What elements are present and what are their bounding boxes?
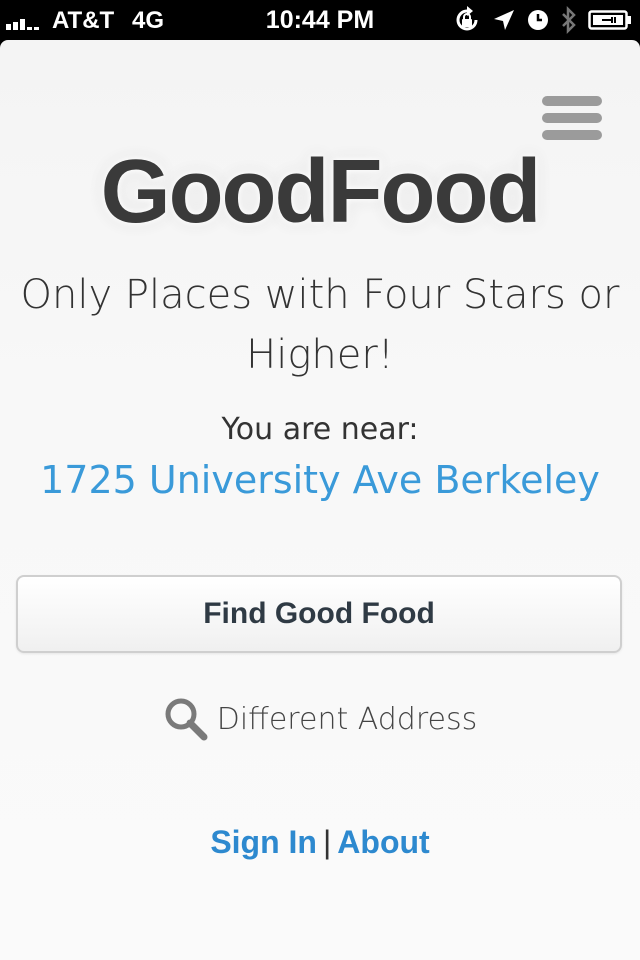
phone-screen: AT&T 4G 10:44 PM GoodFood Only Places wi…	[0, 0, 640, 960]
bluetooth-icon	[562, 5, 576, 35]
footer-links: Sign In | About	[0, 824, 640, 861]
about-link[interactable]: About	[337, 824, 429, 860]
near-label: You are near:	[221, 412, 419, 447]
status-icons	[452, 4, 632, 36]
different-address-link[interactable]: Different Address	[0, 696, 640, 742]
orientation-lock-icon	[456, 6, 478, 31]
search-icon	[163, 696, 209, 742]
sign-in-link[interactable]: Sign In	[210, 824, 317, 860]
tagline: Only Places with Four Stars or Higher!	[20, 272, 620, 378]
hamburger-menu-icon[interactable]	[540, 94, 604, 144]
current-address-link[interactable]: 1725 University Ave Berkeley	[0, 458, 640, 502]
battery-icon	[588, 10, 631, 30]
location-arrow-icon	[494, 10, 514, 30]
menu-bar-line	[542, 113, 602, 123]
footer-separator: |	[322, 824, 332, 860]
app-logo: GoodFood	[100, 142, 542, 242]
app-content: GoodFood Only Places with Four Stars or …	[0, 40, 640, 960]
status-bar: AT&T 4G 10:44 PM	[0, 0, 640, 40]
alarm-clock-icon	[528, 10, 548, 30]
menu-bar-line	[542, 130, 602, 140]
menu-bar-line	[542, 96, 602, 106]
different-address-label: Different Address	[216, 701, 478, 737]
find-good-food-button[interactable]: Find Good Food	[16, 575, 622, 653]
